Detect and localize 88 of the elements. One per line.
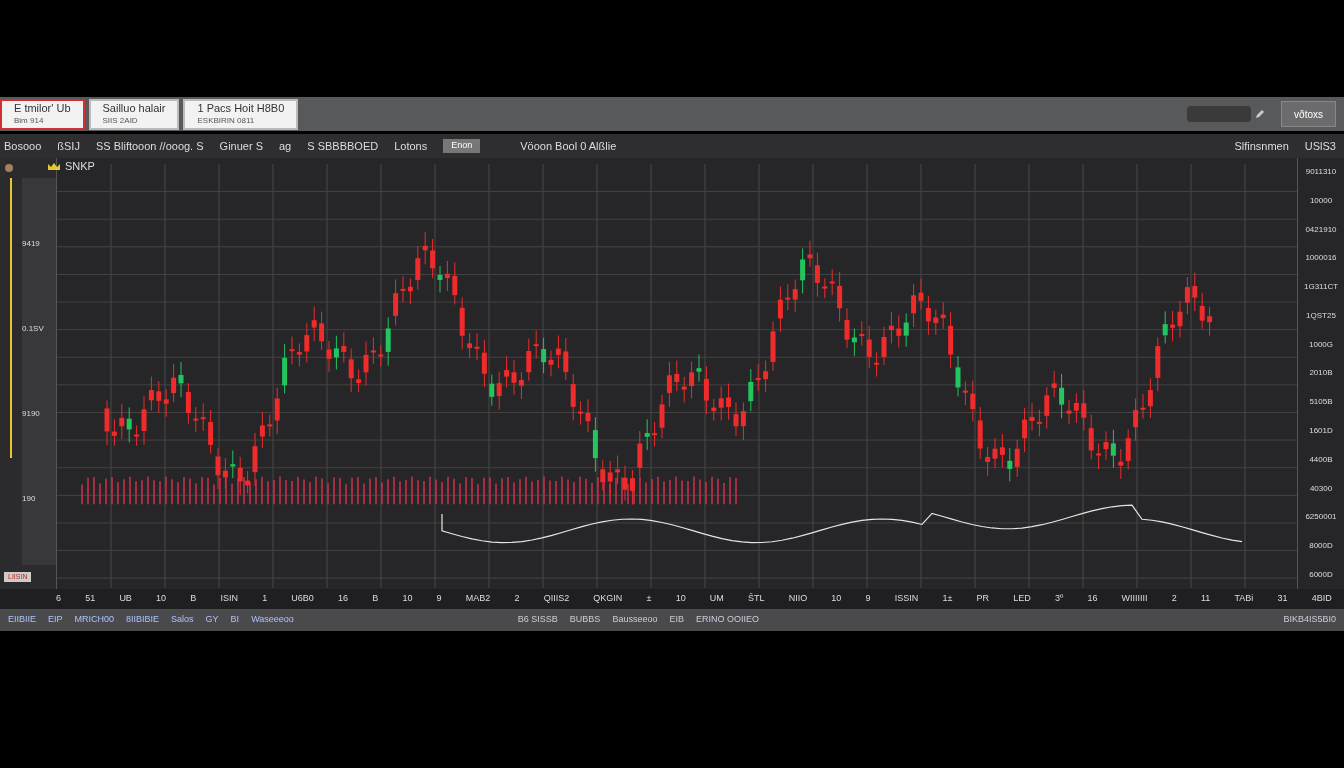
crown-icon bbox=[47, 161, 61, 171]
y-axis-label: 6250001 bbox=[1304, 511, 1338, 524]
x-axis-label: 2 bbox=[514, 592, 520, 606]
y-axis-label: 0421910 bbox=[1304, 223, 1338, 236]
x-axis-label: ŠTL bbox=[748, 592, 765, 606]
status-item[interactable]: 8IIBIBIE bbox=[126, 613, 160, 627]
x-axis-label: 10 bbox=[156, 592, 167, 606]
header-label: ag bbox=[279, 138, 292, 154]
x-axis-label: 2 bbox=[1171, 592, 1177, 606]
price-label: 190 bbox=[22, 492, 37, 505]
x-axis-label: UM bbox=[709, 592, 724, 606]
status-text: Bausseeoo bbox=[612, 613, 658, 627]
header-label: ßSIJ bbox=[57, 138, 80, 154]
toolbar-button[interactable]: vðtoxs bbox=[1281, 101, 1336, 127]
y-axis-label: 10000 bbox=[1308, 194, 1334, 207]
chart-tab[interactable]: 1 Pacs Hoit H8B0 ESKBIRIN 0811 bbox=[183, 98, 299, 130]
x-axis-label: ISIN bbox=[220, 592, 238, 606]
x-axis-label: 1± bbox=[942, 592, 953, 606]
y-axis-label: 1000G bbox=[1308, 338, 1334, 351]
x-axis-label: 3º bbox=[1054, 592, 1064, 606]
x-axis-label: TABi bbox=[1234, 592, 1254, 606]
price-label: 9419 bbox=[22, 238, 41, 251]
coin-icon bbox=[4, 163, 14, 173]
y-axis-label: 4400B bbox=[1308, 453, 1334, 466]
status-item[interactable]: MRICH00 bbox=[74, 613, 115, 627]
header-label: S SBBBBOED bbox=[307, 138, 379, 154]
y-axis-label: 40300 bbox=[1308, 482, 1334, 495]
status-text: BIKB4IS5BI0 bbox=[1283, 613, 1336, 627]
x-axis-label: B bbox=[372, 592, 379, 606]
header-label: SS Bliftooon //ooog. S bbox=[95, 138, 204, 154]
status-text: ERINO OOIIEO bbox=[695, 613, 759, 627]
chart-tab[interactable]: E tmilor' Ub Bim 914 bbox=[0, 98, 85, 130]
header-label: Bosooo bbox=[4, 138, 42, 154]
header-label: Lotons bbox=[394, 138, 428, 154]
x-axis-label: MAB2 bbox=[465, 592, 491, 606]
x-axis-label: 6 bbox=[56, 592, 61, 606]
header-label: Slfinsnmen bbox=[1234, 138, 1289, 154]
x-axis-label: 16 bbox=[338, 592, 348, 606]
header-label: Ginuer S bbox=[219, 138, 263, 154]
header-value: USlS3 bbox=[1304, 138, 1337, 154]
x-axis-label: U6B0 bbox=[291, 592, 314, 606]
x-axis-label: 9 bbox=[436, 592, 442, 606]
y-axis-label: 5105B bbox=[1308, 396, 1334, 409]
y-axis-label: 1000016 bbox=[1304, 252, 1338, 265]
header-button[interactable]: Enon bbox=[443, 139, 481, 153]
x-axis-label: 11 bbox=[1200, 592, 1211, 606]
x-axis-label: QKGIN bbox=[593, 592, 623, 606]
y-axis-label: 9011310 bbox=[1304, 166, 1338, 178]
header-caption: Vöoon Bool 0 Alßlie bbox=[520, 138, 617, 154]
x-axis-label: ± bbox=[646, 592, 652, 606]
x-axis-label: 10 bbox=[675, 592, 686, 606]
price-label: 0.1SV bbox=[22, 323, 45, 336]
y-axis-label: 8000D bbox=[1308, 540, 1334, 553]
x-axis-label: 1 bbox=[262, 592, 268, 606]
x-axis-label: QIIIS2 bbox=[543, 592, 570, 606]
y-axis-label: 1G311CT bbox=[1302, 281, 1340, 294]
y-axis-label: 6000D bbox=[1308, 568, 1334, 581]
y-axis-label: 1QST25 bbox=[1305, 309, 1337, 322]
symbol-name: SNKP bbox=[65, 159, 95, 174]
x-axis-label: NIIO bbox=[788, 592, 808, 606]
x-axis-label: 16 bbox=[1087, 592, 1098, 606]
x-axis-label: LED bbox=[1013, 592, 1031, 606]
x-axis-label: UB bbox=[119, 592, 132, 606]
pencil-icon[interactable] bbox=[1255, 109, 1266, 119]
y-axis-label: 1601D bbox=[1308, 425, 1334, 438]
y-axis-label: 2010B bbox=[1308, 367, 1334, 380]
chart-tab[interactable]: Sailluo halair SIIS 2AID bbox=[88, 98, 180, 130]
status-item[interactable]: BI bbox=[230, 613, 240, 627]
status-item[interactable]: Waseeeoo bbox=[251, 613, 294, 627]
status-item[interactable]: EIP bbox=[48, 613, 63, 627]
status-text: EIB bbox=[669, 613, 684, 627]
x-axis-label: B bbox=[190, 592, 197, 606]
x-axis-label: 10 bbox=[402, 592, 413, 606]
x-axis-label: 10 bbox=[831, 592, 842, 606]
x-axis-label: PR bbox=[976, 592, 990, 606]
search-field[interactable] bbox=[1187, 106, 1252, 122]
x-axis-label: ISSIN bbox=[894, 592, 919, 606]
x-axis-label: 9 bbox=[865, 592, 871, 606]
x-axis-label: 4BID bbox=[1311, 592, 1332, 606]
x-axis-label: WIIIIIII bbox=[1121, 592, 1148, 606]
status-item[interactable]: EIIBIIE bbox=[8, 613, 36, 627]
status-item[interactable]: GY bbox=[205, 613, 219, 627]
price-label: 9190 bbox=[22, 407, 41, 420]
x-axis-label: 51 bbox=[85, 592, 96, 606]
status-text: B6 SISSB bbox=[517, 613, 558, 627]
status-item[interactable]: Salos bbox=[171, 613, 194, 627]
status-text: BUBBS bbox=[569, 613, 601, 627]
x-axis-label: 31 bbox=[1277, 592, 1288, 606]
